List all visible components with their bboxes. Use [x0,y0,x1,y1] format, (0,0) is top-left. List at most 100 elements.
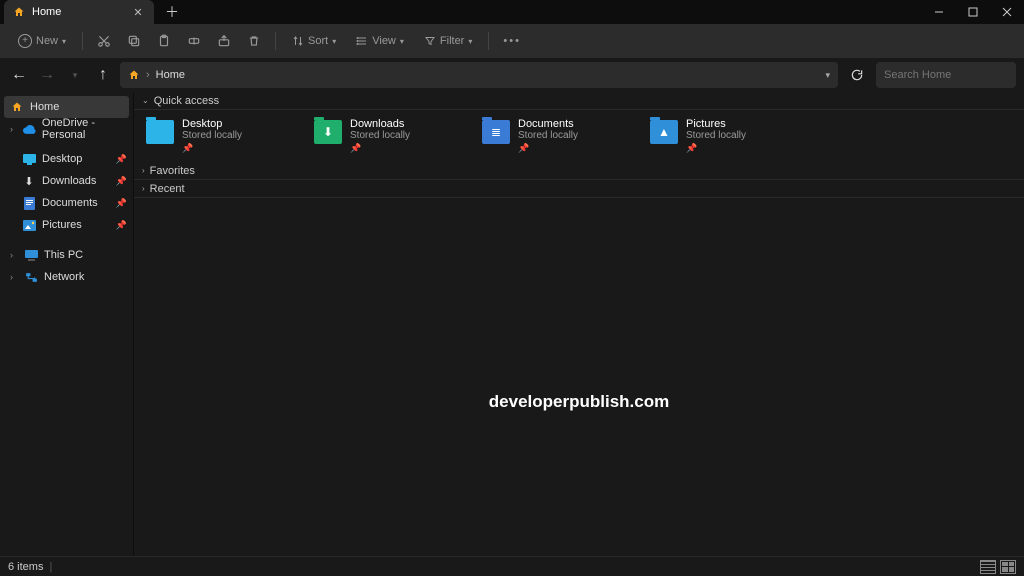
refresh-button[interactable] [844,62,870,88]
pin-icon: 📌 [518,143,578,154]
pictures-icon [22,218,36,232]
sort-label: Sort [308,35,328,47]
chevron-down-icon: ▾ [400,37,404,46]
recent-locations-button[interactable]: ▾ [64,64,86,86]
pin-icon: 📌 [182,143,242,154]
network-icon [24,270,38,284]
section-favorites[interactable]: › Favorites [134,162,1024,180]
new-button[interactable]: + New ▾ [10,28,74,54]
item-name: Downloads [350,118,410,130]
section-quick-access[interactable]: ⌄ Quick access [134,92,1024,110]
folder-icon [146,120,174,144]
sidebar-item-downloads[interactable]: ⬇ Downloads 📌 [0,170,133,192]
new-label: New [36,35,58,47]
pc-icon [24,248,38,262]
maximize-button[interactable] [956,0,990,24]
new-tab-button[interactable]: ＋ [160,0,184,24]
sort-button[interactable]: Sort ▾ [284,28,344,54]
download-icon: ⬇ [22,174,36,188]
quick-access-item[interactable]: ▲PicturesStored locally📌 [650,118,800,154]
sidebar-item-thispc[interactable]: › This PC [0,244,133,266]
filter-icon [424,35,436,47]
icons-view-button[interactable] [1000,560,1016,574]
share-button[interactable] [211,28,237,54]
sidebar-item-label: Pictures [42,219,82,231]
sidebar-item-label: OneDrive - Personal [42,117,127,141]
close-window-button[interactable] [990,0,1024,24]
minimize-button[interactable] [922,0,956,24]
rename-button[interactable] [181,28,207,54]
delete-button[interactable] [241,28,267,54]
breadcrumb-location[interactable]: Home [156,69,185,81]
chevron-down-icon: ▾ [332,37,336,46]
quick-access-item[interactable]: ≣DocumentsStored locally📌 [482,118,632,154]
breadcrumb-separator: › [146,69,150,81]
item-subtitle: Stored locally [686,130,746,141]
toolbar-separator [82,32,83,50]
sidebar-item-label: Downloads [42,175,96,187]
documents-icon [22,196,36,210]
more-button[interactable]: ••• [497,28,527,54]
cloud-icon [23,122,36,136]
toolbar-separator [275,32,276,50]
toolbar: + New ▾ Sort ▾ View ▾ Filter ▾ ••• [0,24,1024,58]
chevron-right-icon: › [142,166,145,175]
item-subtitle: Stored locally [518,130,578,141]
chevron-right-icon: › [142,184,145,193]
search-box[interactable] [876,62,1016,88]
copy-button[interactable] [121,28,147,54]
sidebar-item-label: Documents [42,197,98,209]
sidebar-item-label: Desktop [42,153,82,165]
chevron-right-icon: › [10,272,18,282]
title-bar: Home ✕ ＋ [0,0,1024,24]
content-area: ⌄ Quick access DesktopStored locally📌 ⬇ Do… [134,92,1024,556]
quick-access-item[interactable]: ⬇DownloadsStored locally📌 [314,118,464,154]
view-button[interactable]: View ▾ [348,28,412,54]
cut-button[interactable] [91,28,117,54]
forward-button[interactable]: → [36,64,58,86]
status-item-count: 6 items [8,561,43,573]
home-icon [12,5,26,19]
tab-home[interactable]: Home ✕ [4,0,154,24]
quick-access-grid: DesktopStored locally📌 ⬇ Downloads Stored l… [134,110,1024,162]
chevron-down-icon[interactable]: ▾ [825,70,830,81]
section-recent[interactable]: › Recent [134,180,1024,198]
file-explorer-window: Home ✕ ＋ + New ▾ Sort ▾ View [0,0,1024,576]
tab-close-button[interactable]: ✕ [130,6,146,19]
chevron-down-icon: ⌄ [142,96,149,105]
item-name: Pictures [686,118,746,130]
pin-icon: 📌 [116,176,127,187]
chevron-down-icon: ▾ [468,37,472,46]
sidebar-item-desktop[interactable]: Desktop 📌 [0,148,133,170]
tab-label: Home [32,6,124,18]
home-icon [128,69,140,81]
filter-label: Filter [440,35,464,47]
sidebar-item-pictures[interactable]: Pictures 📌 [0,214,133,236]
address-row: ← → ▾ ↑ › Home ▾ [0,58,1024,92]
quick-access-item[interactable]: DesktopStored locally📌 [146,118,296,154]
status-bar: 6 items | [0,556,1024,576]
address-bar[interactable]: › Home ▾ [120,62,838,88]
pin-icon: 📌 [116,198,127,209]
pin-icon: 📌 [116,220,127,231]
sidebar-item-documents[interactable]: Documents 📌 [0,192,133,214]
sidebar-item-network[interactable]: › Network [0,266,133,288]
chevron-right-icon: › [10,250,18,260]
toolbar-separator [488,32,489,50]
section-label: Favorites [150,165,195,177]
folder-icon: ⬇ [314,120,342,144]
paste-button[interactable] [151,28,177,54]
filter-button[interactable]: Filter ▾ [416,28,480,54]
search-input[interactable] [884,69,1024,81]
watermark-text: developerpublish.com [134,392,1024,412]
plus-icon: + [18,34,32,48]
back-button[interactable]: ← [8,64,30,86]
sidebar-item-onedrive[interactable]: › OneDrive - Personal [0,118,133,140]
item-name: Documents [518,118,578,130]
sidebar-item-home[interactable]: Home [4,96,129,118]
body: Home › OneDrive - Personal Desktop 📌 ⬇ D… [0,92,1024,556]
up-button[interactable]: ↑ [92,64,114,86]
details-view-button[interactable] [980,560,996,574]
chevron-right-icon: › [10,124,17,134]
sidebar-item-label: Network [44,271,84,283]
